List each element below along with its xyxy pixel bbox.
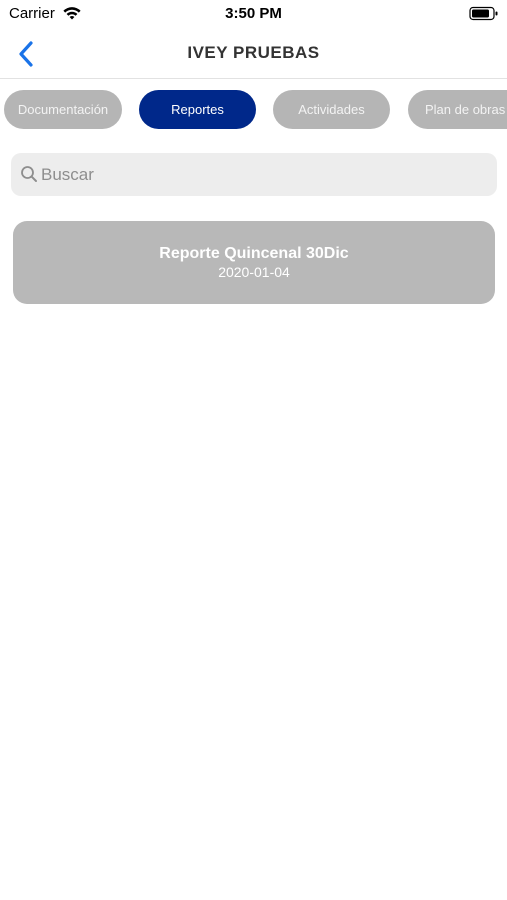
- app-screen: Carrier 3:50 PM IVEY PRUEBAS Documentaci…: [0, 0, 507, 900]
- status-bar: Carrier 3:50 PM: [0, 0, 507, 28]
- tab-documentacion[interactable]: Documentación: [4, 90, 122, 129]
- tab-actividades[interactable]: Actividades: [273, 90, 390, 129]
- tab-label: Documentación: [17, 102, 109, 117]
- tab-label: Reportes: [171, 102, 224, 117]
- segment-tabs: Documentación Reportes Actividades Plan …: [0, 90, 507, 130]
- search-bar[interactable]: [11, 153, 497, 196]
- tab-plan-de-obras[interactable]: Plan de obras: [408, 90, 507, 129]
- navigation-bar: IVEY PRUEBAS: [0, 28, 507, 79]
- tab-reportes[interactable]: Reportes: [139, 90, 256, 129]
- report-date: 2020-01-04: [218, 264, 290, 280]
- page-title: IVEY PRUEBAS: [187, 43, 320, 62]
- clock-time: 3:50 PM: [225, 5, 282, 22]
- battery-icon: [469, 6, 498, 21]
- tab-label: Plan de obras: [425, 102, 506, 117]
- search-icon: [21, 166, 37, 182]
- search-input[interactable]: [41, 153, 481, 196]
- tab-label: Actividades: [298, 102, 365, 117]
- report-list-item[interactable]: Reporte Quincenal 30Dic 2020-01-04: [13, 221, 495, 304]
- report-title: Reporte Quincenal 30Dic: [159, 245, 349, 262]
